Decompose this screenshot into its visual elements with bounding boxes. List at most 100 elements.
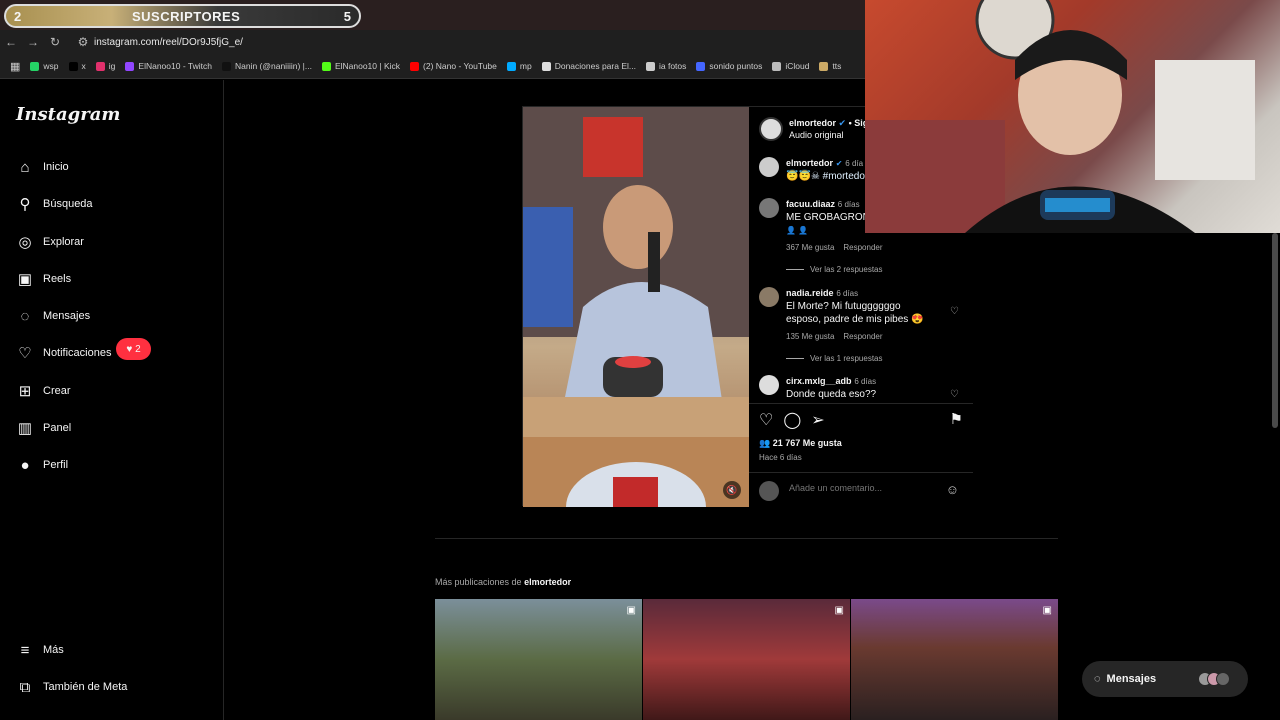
avatar[interactable]: [759, 198, 779, 218]
messages-button[interactable]: ◌ Mensajes: [1082, 661, 1248, 697]
forward-icon[interactable]: →: [22, 35, 44, 49]
sidebar-item-inicio[interactable]: ⌂ Inicio: [16, 158, 69, 176]
view-replies-button[interactable]: Ver las 2 respuestas: [786, 265, 882, 274]
bookmark-item[interactable]: Nanin (@naniiiin) |...: [221, 61, 312, 71]
comment-time: 6 días: [837, 200, 860, 209]
view-replies-button[interactable]: Ver las 1 respuestas: [786, 354, 882, 363]
notification-count: 2: [135, 343, 141, 355]
author-name[interactable]: elmortedor: [789, 118, 836, 128]
bookmark-icon: [645, 61, 655, 71]
sidebar-icon: ◌: [20, 307, 30, 325]
sidebar-item-busqueda[interactable]: ⚲ Búsqueda: [16, 195, 93, 213]
comment-time: 6 días: [836, 289, 859, 298]
back-icon[interactable]: ←: [0, 35, 22, 49]
bookmark-item[interactable]: ElNanoo10 - Twitch: [125, 61, 212, 71]
section-divider: [435, 538, 1058, 539]
sidebar-item-label: También de Meta: [43, 681, 128, 693]
bookmark-item[interactable]: sonido puntos: [696, 61, 762, 71]
comment-likes[interactable]: 135 Me gusta: [786, 332, 834, 341]
comment-input[interactable]: [789, 483, 929, 493]
like-icon[interactable]: ♡: [759, 410, 773, 430]
sidebar-item-label: Notificaciones: [43, 347, 112, 359]
like-comment-icon[interactable]: ♡: [950, 389, 959, 400]
post-thumbnail[interactable]: ▣: [643, 599, 850, 720]
audio-label[interactable]: Audio original: [789, 130, 844, 140]
sidebar-item-label: Inicio: [43, 161, 69, 173]
comment-box: ☺: [749, 472, 973, 508]
bookmark-item[interactable]: (2) Nano - YouTube: [410, 61, 497, 71]
bookmark-icon: [772, 61, 782, 71]
avatar[interactable]: [759, 287, 779, 307]
like-count[interactable]: 👥 21 767 Me gusta: [759, 438, 842, 449]
comment: nadia.reide 6 días El Morte? Mi futugggg…: [759, 287, 959, 343]
comment-likes[interactable]: 367 Me gusta: [786, 243, 834, 252]
meta-icon: ⧉: [19, 678, 31, 696]
sidebar-item-explorar[interactable]: ◎ Explorar: [16, 233, 84, 251]
more-posts-user[interactable]: elmortedor: [524, 577, 571, 587]
sidebar-item-more[interactable]: ≡ Más: [16, 641, 64, 659]
sidebar-item-reels[interactable]: ▣ Reels: [16, 270, 71, 288]
bookmark-label: iCloud: [785, 61, 810, 71]
reload-icon[interactable]: ↻: [44, 35, 66, 49]
sidebar-item-perfil[interactable]: ● Perfil: [16, 456, 68, 474]
sidebar-item-meta[interactable]: ⧉ También de Meta: [16, 678, 128, 696]
bookmark-item[interactable]: iCloud: [772, 61, 809, 71]
bookmark-icon: [30, 61, 40, 71]
comment-user[interactable]: facuu.diaaz: [786, 199, 835, 209]
comment: cirx.mxlg__adb 6 días Donde queda eso??: [759, 375, 959, 401]
reply-button[interactable]: Responder: [843, 332, 882, 341]
bookmark-item[interactable]: mp: [506, 61, 532, 71]
emoji-icon[interactable]: ☺: [946, 482, 959, 497]
post-thumbnail[interactable]: ▣: [435, 599, 642, 720]
bookmark-label: sonido puntos: [709, 61, 763, 71]
bookmark-item[interactable]: wsp: [30, 61, 59, 71]
sidebar-item-notificaciones[interactable]: ♡ Notificaciones: [16, 344, 111, 362]
comment-user[interactable]: nadia.reide: [786, 288, 834, 298]
bookmark-item[interactable]: Donaciones para El...: [541, 61, 636, 71]
comment-icon[interactable]: ◯: [783, 410, 801, 430]
site-info-icon[interactable]: ⚙: [72, 35, 94, 49]
sidebar-item-label: Panel: [43, 422, 72, 434]
share-icon[interactable]: ➢: [811, 410, 824, 430]
bookmark-label: mp: [519, 61, 532, 71]
bookmark-item[interactable]: x: [68, 61, 86, 71]
bookmark-icon: [68, 61, 78, 71]
bookmark-icon: [95, 61, 105, 71]
apps-icon[interactable]: ▦: [10, 60, 20, 73]
comment-text: Donde queda eso??: [786, 389, 877, 400]
sidebar-icon: ▣: [17, 271, 33, 288]
post-actions: ♡ ◯ ➢ ⚑ 👥 21 767 Me gusta Hace 6 días ☺: [749, 403, 973, 507]
comment-user[interactable]: cirx.mxlg__adb: [786, 376, 852, 386]
sidebar-item-label: Reels: [43, 273, 72, 285]
bookmark-item[interactable]: ig: [95, 61, 115, 71]
reply-button[interactable]: Responder: [843, 243, 882, 252]
sidebar-item-crear[interactable]: ⊞ Crear: [16, 382, 71, 400]
like-comment-icon[interactable]: ♡: [950, 306, 959, 317]
avatar[interactable]: [759, 375, 779, 395]
sidebar-item-panel[interactable]: ▥ Panel: [16, 419, 71, 437]
verified-icon: ✔: [838, 118, 847, 128]
sidebar-icon: ⌂: [20, 158, 30, 176]
subscriber-goal-widget: 2 SUSCRIPTORES 5: [4, 4, 361, 28]
bookmark-item[interactable]: ia fotos: [645, 61, 687, 71]
address-bar[interactable]: instagram.com/reel/DOr9J5fjG_e/: [94, 37, 243, 48]
reel-video[interactable]: 🔇: [523, 107, 749, 507]
post-thumbnail[interactable]: ▣: [851, 599, 1058, 720]
author-avatar[interactable]: [759, 117, 783, 141]
instagram-logo[interactable]: Instagram: [16, 104, 120, 125]
caption-author[interactable]: elmortedor: [786, 158, 833, 168]
bookmark-icon: [541, 61, 551, 71]
comment-text: ME GROBAGRON: [786, 212, 870, 223]
sidebar-item-mensajes[interactable]: ◌ Mensajes: [16, 307, 91, 325]
bookmark-label: ElNanoo10 - Twitch: [138, 61, 212, 71]
save-icon[interactable]: ⚑: [950, 410, 963, 428]
sidebar-item-label: Explorar: [43, 236, 84, 248]
bookmark-item[interactable]: tts: [819, 61, 841, 71]
avatar[interactable]: [759, 157, 779, 177]
bookmark-label: ia fotos: [658, 61, 687, 71]
scrollbar[interactable]: [1272, 233, 1278, 428]
avatar: [1216, 672, 1230, 686]
bookmark-item[interactable]: ElNanoo10 | Kick: [321, 61, 400, 71]
mute-icon[interactable]: 🔇: [723, 481, 741, 499]
bookmark-icon: [125, 61, 135, 71]
